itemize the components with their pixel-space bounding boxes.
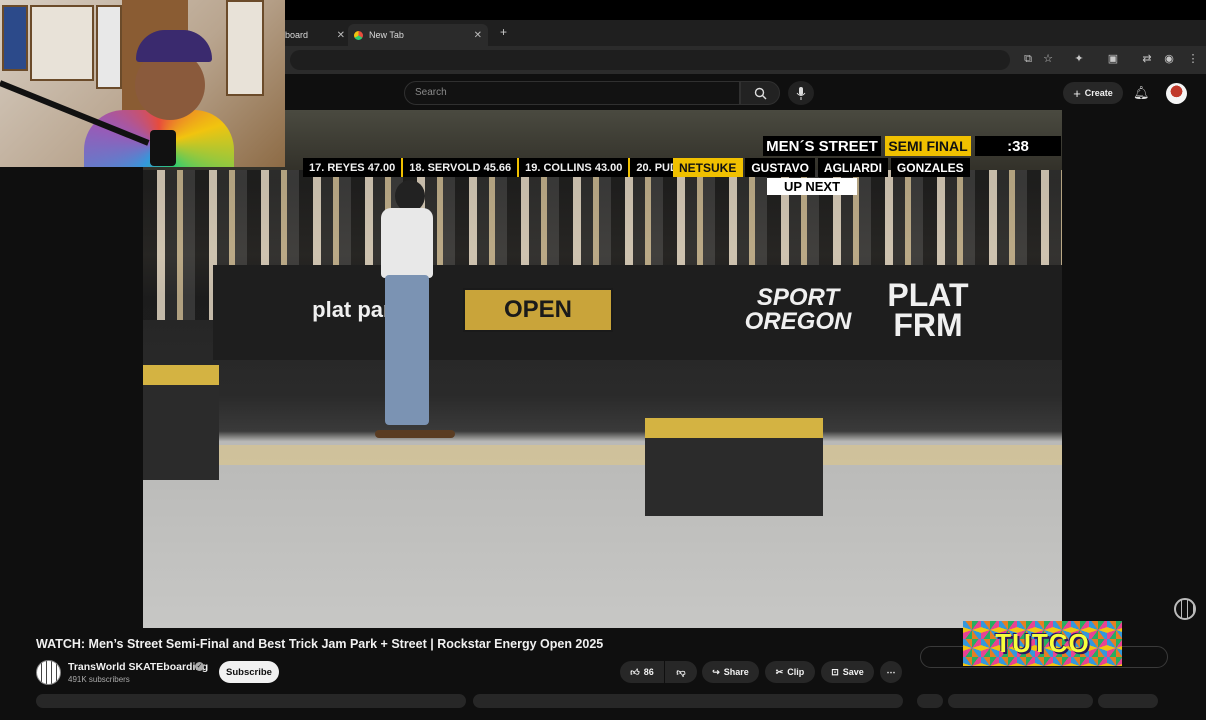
channel-name[interactable]: TransWorld SKATEboarding <box>68 661 208 673</box>
wall-art <box>96 5 122 89</box>
thumbs-up-icon: 👍︎ <box>630 666 640 677</box>
ledge-box-left <box>143 365 219 480</box>
close-tab-icon[interactable]: ✕ <box>337 30 345 41</box>
video-title: WATCH: Men’s Street Semi-Final and Best … <box>36 637 604 651</box>
up-next-label: UP NEXT <box>767 178 857 195</box>
share-button[interactable]: ↪ Share <box>702 661 759 683</box>
wall-skateboard <box>2 5 28 71</box>
video-player[interactable]: plat park OPEN SPORT OREGON PLAT FRM MEN… <box>143 110 1062 628</box>
browser-tab-new-tab[interactable]: New Tab ✕ <box>348 24 488 46</box>
bookmark-icon: ⊡ <box>831 666 839 677</box>
tab-title: board <box>285 30 309 40</box>
like-count: 86 <box>643 667 654 677</box>
chrome-icon <box>354 30 363 40</box>
microphone <box>150 130 176 166</box>
next-rider: GUSTAVO <box>745 158 815 177</box>
plus-icon: + <box>1073 85 1081 101</box>
star-icon[interactable]: ☆ <box>1041 52 1055 66</box>
person-cap <box>136 30 212 62</box>
save-button[interactable]: ⊡ Save <box>821 661 874 683</box>
chip-all[interactable] <box>917 694 943 708</box>
notifications-bell-icon[interactable]: 🔔︎ <box>1133 85 1150 101</box>
scissors-icon: ✂ <box>775 666 784 677</box>
create-button[interactable]: + Create <box>1063 82 1123 104</box>
ad-rockstar-open: OPEN <box>463 288 613 332</box>
like-button[interactable]: 👍︎ 86 <box>620 661 664 683</box>
voice-search-button[interactable] <box>788 81 814 105</box>
round-overlay: SEMI FINAL <box>885 136 971 156</box>
translate-icon[interactable]: ⇄ <box>1140 52 1154 66</box>
share-label: Share <box>723 667 749 677</box>
subscriber-count: 491K subscribers <box>68 675 130 684</box>
close-tab-icon[interactable]: ✕ <box>474 30 482 41</box>
next-rider: AGLIARDI <box>817 158 888 177</box>
ramp-edge <box>143 445 1062 465</box>
score-item: 19. COLLINS 43.00 <box>519 158 631 177</box>
mic-icon <box>796 86 806 100</box>
wall-frame <box>30 5 94 81</box>
more-actions-button[interactable]: ⋯ <box>880 661 902 683</box>
ledge-box-center <box>645 418 823 516</box>
account-avatar[interactable] <box>1166 83 1187 104</box>
description-box[interactable] <box>36 694 466 708</box>
chip-from-channel[interactable] <box>948 694 1093 708</box>
side-panel-icon[interactable]: ▣ <box>1106 52 1120 66</box>
next-riders-list: NETSUKE GUSTAVO AGLIARDI GONZALES <box>673 158 970 177</box>
browser-tab-1[interactable]: board ✕ <box>285 24 345 46</box>
tab-title: New Tab <box>369 30 404 40</box>
menu-icon[interactable]: ⋮ <box>1186 52 1200 66</box>
new-tab-button[interactable]: + <box>500 25 507 39</box>
next-rider: NETSUKE <box>673 158 743 177</box>
subscribe-button[interactable]: Subscribe <box>219 661 279 683</box>
share-icon: ↪ <box>712 666 720 677</box>
search-input[interactable]: Search <box>404 81 740 105</box>
channel-avatar[interactable] <box>36 660 61 685</box>
ad-platfrm: PLAT FRM <box>887 277 969 343</box>
timer-overlay: :38 <box>975 136 1061 156</box>
search-icon <box>754 87 766 99</box>
skateboard <box>375 430 455 438</box>
thumbs-down-icon: 👎︎ <box>676 666 686 677</box>
create-label: Create <box>1084 88 1113 98</box>
chip-next[interactable] <box>1098 694 1158 708</box>
globe-icon <box>1174 598 1196 620</box>
ad-sport-oregon: SPORT OREGON <box>744 284 852 335</box>
score-item: 17. REYES 47.00 <box>303 158 404 177</box>
clip-label: Clip <box>787 667 805 677</box>
tutco-logo-text: TUTCO <box>995 628 1090 658</box>
skater-figure <box>373 180 455 438</box>
clip-button[interactable]: ✂ Clip <box>765 661 815 683</box>
address-bar[interactable] <box>290 50 1010 70</box>
save-label: Save <box>842 667 864 677</box>
install-icon[interactable]: ⧉ <box>1021 52 1035 66</box>
description-box-right[interactable] <box>473 694 903 708</box>
more-icon: ⋯ <box>886 666 896 677</box>
tutco-logo-overlay: TUTCO <box>963 621 1122 666</box>
webcam-overlay <box>0 0 285 167</box>
verified-icon: ✓ <box>195 662 204 671</box>
search-button[interactable] <box>740 81 780 105</box>
score-item: 18. SERVOLD 45.66 <box>403 158 520 177</box>
wall-frame-right <box>226 0 264 96</box>
next-rider: GONZALES <box>890 158 970 177</box>
event-title-overlay: MEN´S STREET <box>763 136 881 156</box>
extensions-icon[interactable]: ✦ <box>1072 52 1086 66</box>
dislike-button[interactable]: 👎︎ <box>665 661 697 683</box>
profile-icon[interactable]: ◉ <box>1162 52 1176 66</box>
